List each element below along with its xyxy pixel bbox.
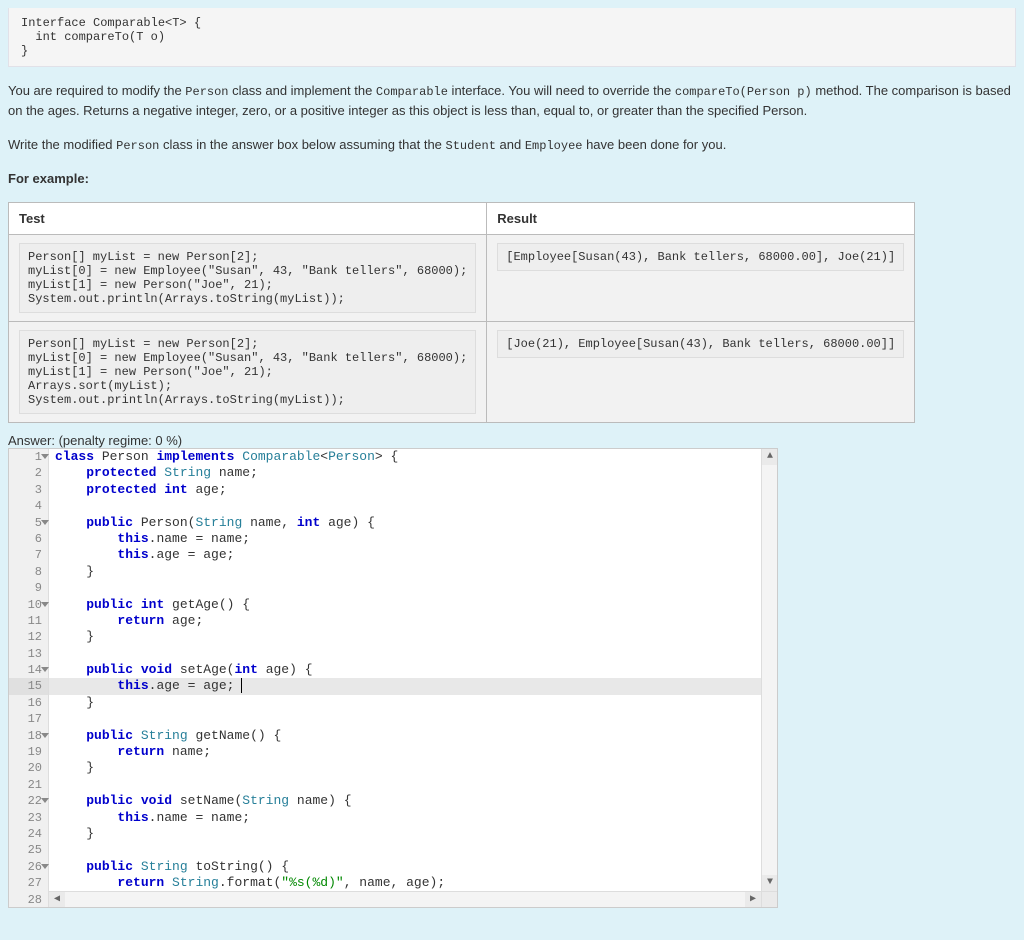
scroll-left-icon[interactable]: ◀ — [49, 892, 65, 908]
line-number: 12 — [9, 629, 48, 645]
line-number: 17 — [9, 711, 48, 727]
scroll-down-icon[interactable]: ▼ — [762, 875, 778, 891]
code-line[interactable]: } — [49, 564, 761, 580]
answer-label: Answer: (penalty regime: 0 %) — [8, 433, 1016, 448]
code-line[interactable]: this.age = age; — [49, 547, 761, 563]
editor-gutter: 1234567891011121314151617181920212223242… — [9, 449, 49, 907]
interface-code-block: Interface Comparable<T> { int compareTo(… — [8, 8, 1016, 67]
line-number: 2 — [9, 465, 48, 481]
code-line[interactable]: return name; — [49, 744, 761, 760]
table-header-test: Test — [9, 203, 487, 235]
code-line[interactable] — [49, 580, 761, 596]
code-line[interactable]: public Person(String name, int age) { — [49, 515, 761, 531]
code-line[interactable] — [49, 777, 761, 793]
code-line[interactable] — [49, 646, 761, 662]
line-number: 27 — [9, 875, 48, 891]
test-code: Person[] myList = new Person[2]; myList[… — [19, 330, 476, 414]
line-number: 21 — [9, 777, 48, 793]
code-line[interactable]: } — [49, 695, 761, 711]
line-number: 23 — [9, 810, 48, 826]
scroll-right-icon[interactable]: ▶ — [745, 892, 761, 908]
line-number: 25 — [9, 842, 48, 858]
line-number: 11 — [9, 613, 48, 629]
line-number: 1 — [9, 449, 48, 465]
result-cell: [Joe(21), Employee[Susan(43), Bank telle… — [487, 322, 915, 423]
code-line[interactable]: return String.format("%s(%d)", name, age… — [49, 875, 761, 891]
code-line[interactable] — [49, 842, 761, 858]
code-line[interactable]: } — [49, 826, 761, 842]
code-line[interactable]: public void setAge(int age) { — [49, 662, 761, 678]
instruction-paragraph-2: Write the modified Person class in the a… — [8, 135, 1016, 155]
line-number: 8 — [9, 564, 48, 580]
code-editor[interactable]: 1234567891011121314151617181920212223242… — [8, 448, 778, 908]
table-header-result: Result — [487, 203, 915, 235]
code-line[interactable] — [49, 711, 761, 727]
result-cell: [Employee[Susan(43), Bank tellers, 68000… — [487, 235, 915, 322]
example-table: Test Result Person[] myList = new Person… — [8, 202, 915, 423]
line-number: 16 — [9, 695, 48, 711]
editor-code-area[interactable]: class Person implements Comparable<Perso… — [49, 449, 761, 891]
line-number: 22 — [9, 793, 48, 809]
line-number: 28 — [9, 892, 48, 908]
code-line[interactable] — [49, 498, 761, 514]
test-cell: Person[] myList = new Person[2]; myList[… — [9, 235, 487, 322]
result-code: [Employee[Susan(43), Bank tellers, 68000… — [497, 243, 904, 271]
line-number: 19 — [9, 744, 48, 760]
line-number: 15 — [9, 678, 48, 694]
line-number: 24 — [9, 826, 48, 842]
result-code: [Joe(21), Employee[Susan(43), Bank telle… — [497, 330, 904, 358]
vertical-scrollbar[interactable]: ▲ ▼ — [761, 449, 777, 891]
code-line[interactable]: this.name = name; — [49, 531, 761, 547]
instruction-paragraph-1: You are required to modify the Person cl… — [8, 81, 1016, 121]
code-line[interactable]: class Person implements Comparable<Perso… — [49, 449, 761, 465]
line-number: 20 — [9, 760, 48, 776]
code-line[interactable]: return age; — [49, 613, 761, 629]
code-line[interactable]: } — [49, 629, 761, 645]
table-row: Person[] myList = new Person[2]; myList[… — [9, 322, 915, 423]
code-line[interactable]: protected String name; — [49, 465, 761, 481]
line-number: 10 — [9, 597, 48, 613]
table-row: Person[] myList = new Person[2]; myList[… — [9, 235, 915, 322]
code-line[interactable]: protected int age; — [49, 482, 761, 498]
line-number: 4 — [9, 498, 48, 514]
code-line[interactable]: public void setName(String name) { — [49, 793, 761, 809]
line-number: 7 — [9, 547, 48, 563]
scroll-up-icon[interactable]: ▲ — [762, 449, 778, 465]
code-line[interactable]: } — [49, 760, 761, 776]
test-code: Person[] myList = new Person[2]; myList[… — [19, 243, 476, 313]
line-number: 14 — [9, 662, 48, 678]
line-number: 9 — [9, 580, 48, 596]
code-line[interactable]: public String getName() { — [49, 728, 761, 744]
line-number: 5 — [9, 515, 48, 531]
code-line[interactable]: this.name = name; — [49, 810, 761, 826]
line-number: 6 — [9, 531, 48, 547]
scrollbar-corner — [761, 891, 777, 907]
question-page: Interface Comparable<T> { int compareTo(… — [0, 0, 1024, 916]
horizontal-scrollbar[interactable]: ◀ ▶ — [49, 891, 761, 907]
line-number: 26 — [9, 859, 48, 875]
code-line[interactable]: this.age = age; — [49, 678, 761, 694]
code-line[interactable]: public String toString() { — [49, 859, 761, 875]
line-number: 3 — [9, 482, 48, 498]
test-cell: Person[] myList = new Person[2]; myList[… — [9, 322, 487, 423]
line-number: 18 — [9, 728, 48, 744]
code-line[interactable]: public int getAge() { — [49, 597, 761, 613]
for-example-label: For example: — [8, 169, 1016, 189]
line-number: 13 — [9, 646, 48, 662]
